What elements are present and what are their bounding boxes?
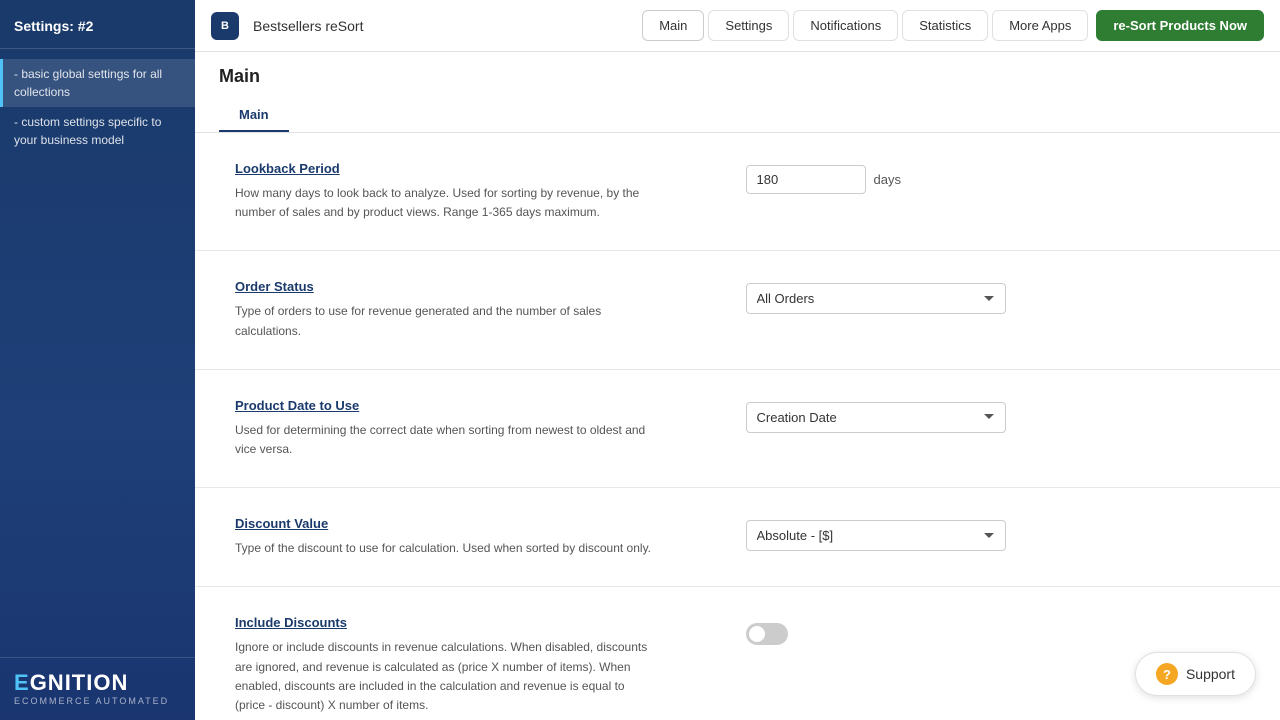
input-lookback-period[interactable] bbox=[746, 165, 866, 194]
settings-section-include-discounts: Include Discounts Ignore or include disco… bbox=[195, 587, 1280, 720]
select-order-status[interactable]: All OrdersPaid OrdersFulfilled Orders bbox=[746, 283, 1006, 314]
page-tabs: Main bbox=[219, 99, 1256, 132]
settings-right-lookback-period: days bbox=[746, 161, 1241, 222]
settings-label-include-discounts: Include Discounts bbox=[235, 615, 655, 630]
settings-scroll: Lookback Period How many days to look bac… bbox=[195, 133, 1280, 720]
select-discount-value[interactable]: Absolute - [$]Percentage - [%] bbox=[746, 520, 1006, 551]
page-header: Main Main bbox=[195, 52, 1280, 133]
settings-section-product-date-to-use: Product Date to Use Used for determining … bbox=[195, 370, 1280, 488]
settings-left-lookback-period: Lookback Period How many days to look bac… bbox=[235, 161, 655, 222]
settings-label-discount-value: Discount Value bbox=[235, 516, 655, 531]
topbar-appname: Bestsellers reSort bbox=[253, 18, 634, 34]
sidebar: Settings: #2 - basic global settings for… bbox=[0, 0, 195, 720]
support-button[interactable]: ? Support bbox=[1135, 652, 1256, 696]
settings-label-product-date-to-use: Product Date to Use bbox=[235, 398, 655, 413]
settings-right-product-date-to-use: Creation DatePublished DateUpdated Date bbox=[746, 398, 1241, 459]
settings-desc-discount-value: Type of the discount to use for calculat… bbox=[235, 539, 655, 558]
sidebar-footer: EGNITION ECOMMERCE AUTOMATED bbox=[0, 657, 195, 720]
tab-main[interactable]: Main bbox=[219, 99, 289, 132]
topbar-tab-statistics[interactable]: Statistics bbox=[902, 10, 988, 41]
content: Main Main Lookback Period How many days t… bbox=[195, 52, 1280, 720]
topbar-tab-settings[interactable]: Settings bbox=[708, 10, 789, 41]
settings-left-discount-value: Discount Value Type of the discount to us… bbox=[235, 516, 655, 558]
topbar-tabs: MainSettingsNotificationsStatisticsMore … bbox=[642, 10, 1088, 41]
settings-desc-lookback-period: How many days to look back to analyze. U… bbox=[235, 184, 655, 222]
unit-lookback-period: days bbox=[874, 165, 901, 187]
settings-label-order-status: Order Status bbox=[235, 279, 655, 294]
toggle-wrap-include-discounts bbox=[746, 623, 788, 645]
topbar-logo: B bbox=[211, 12, 239, 40]
support-icon: ? bbox=[1156, 663, 1178, 685]
page-title: Main bbox=[219, 66, 1256, 87]
main-content: B Bestsellers reSort MainSettingsNotific… bbox=[195, 0, 1280, 720]
settings-desc-product-date-to-use: Used for determining the correct date wh… bbox=[235, 421, 655, 459]
brand-name: EGNITION bbox=[14, 672, 181, 694]
brand-tagline: ECOMMERCE AUTOMATED bbox=[14, 696, 181, 706]
settings-label-lookback-period: Lookback Period bbox=[235, 161, 655, 176]
topbar: B Bestsellers reSort MainSettingsNotific… bbox=[195, 0, 1280, 52]
brand-logo: EGNITION ECOMMERCE AUTOMATED bbox=[14, 672, 181, 706]
settings-right-order-status: All OrdersPaid OrdersFulfilled Orders bbox=[746, 279, 1241, 340]
topbar-tab-notifications[interactable]: Notifications bbox=[793, 10, 898, 41]
support-label: Support bbox=[1186, 666, 1235, 682]
settings-desc-include-discounts: Ignore or include discounts in revenue c… bbox=[235, 638, 655, 715]
select-product-date-to-use[interactable]: Creation DatePublished DateUpdated Date bbox=[746, 402, 1006, 433]
sidebar-item-basic-global[interactable]: - basic global settings for all collecti… bbox=[0, 59, 195, 107]
settings-section-lookback-period: Lookback Period How many days to look bac… bbox=[195, 133, 1280, 251]
settings-right-discount-value: Absolute - [$]Percentage - [%] bbox=[746, 516, 1241, 558]
settings-desc-order-status: Type of orders to use for revenue genera… bbox=[235, 302, 655, 340]
sidebar-item-custom-settings[interactable]: - custom settings specific to your busin… bbox=[0, 107, 195, 155]
settings-left-order-status: Order Status Type of orders to use for re… bbox=[235, 279, 655, 340]
settings-left-include-discounts: Include Discounts Ignore or include disco… bbox=[235, 615, 655, 715]
sidebar-title: Settings: #2 bbox=[0, 0, 195, 49]
topbar-tab-more-apps[interactable]: More Apps bbox=[992, 10, 1088, 41]
toggle-include-discounts[interactable] bbox=[746, 623, 788, 645]
settings-left-product-date-to-use: Product Date to Use Used for determining … bbox=[235, 398, 655, 459]
topbar-tab-main[interactable]: Main bbox=[642, 10, 704, 41]
sidebar-nav: - basic global settings for all collecti… bbox=[0, 49, 195, 657]
resort-products-button[interactable]: re-Sort Products Now bbox=[1096, 10, 1264, 41]
settings-section-order-status: Order Status Type of orders to use for re… bbox=[195, 251, 1280, 369]
settings-section-discount-value: Discount Value Type of the discount to us… bbox=[195, 488, 1280, 587]
